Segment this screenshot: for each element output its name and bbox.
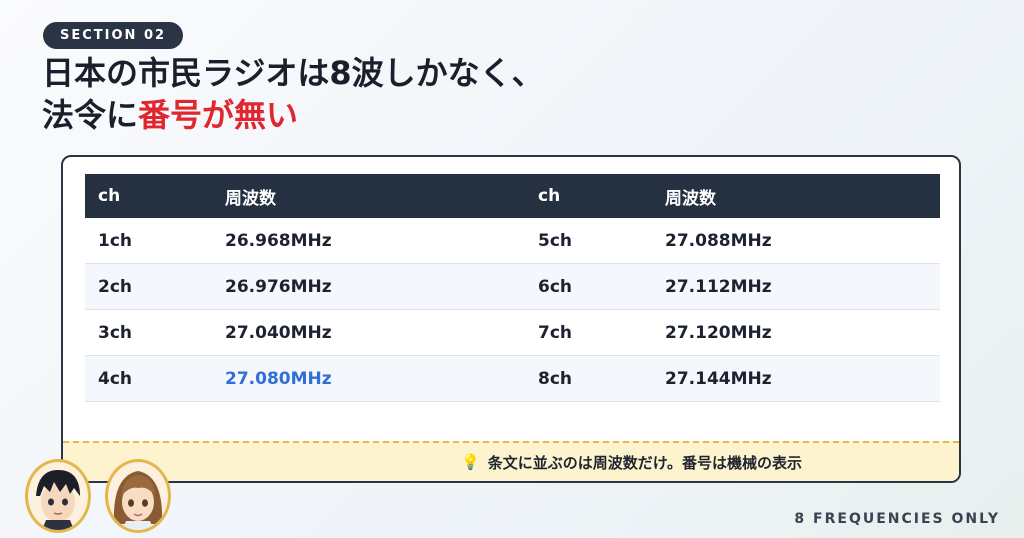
note-text: 条文に並ぶのは周波数だけ。番号は機械の表示 [487,453,802,472]
cell-ch: 1ch [85,218,212,264]
cell-frequency: 26.968MHz [212,218,525,264]
cell-ch: 4ch [85,355,212,402]
frequency-table: ch 周波数 ch 周波数 1ch 26.968MHz 5ch 27.088MH… [85,174,940,402]
section-badge: SECTION 02 [43,22,184,49]
cell-frequency: 26.976MHz [212,263,525,310]
cell-ch: 8ch [525,355,652,402]
table-row: 1ch 26.968MHz 5ch 27.088MHz [85,218,940,264]
avatar-boy [25,459,91,533]
boy-face-icon [36,470,80,530]
cell-frequency: 27.040MHz [212,309,525,356]
girl-face-icon [113,471,163,530]
cell-frequency: 27.088MHz [652,218,940,264]
lightbulb-icon: 💡 [461,453,480,471]
table-row: 3ch 27.040MHz 7ch 27.120MHz [85,309,940,356]
header-frequency-left: 周波数 [212,174,525,218]
cell-frequency: 27.144MHz [652,355,940,402]
cell-frequency-highlighted: 27.080MHz [212,355,525,402]
table-row: 2ch 26.976MHz 6ch 27.112MHz [85,263,940,310]
cell-ch: 7ch [525,309,652,356]
table-row: 4ch 27.080MHz 8ch 27.144MHz [85,355,940,402]
frequency-card: ch 周波数 ch 周波数 1ch 26.968MHz 5ch 27.088MH… [61,155,961,483]
note-banner: 💡 条文に並ぶのは周波数だけ。番号は機械の表示 [63,441,959,481]
avatar-girl [105,459,171,533]
title-highlight: 番号が無い [138,96,299,134]
cell-ch: 2ch [85,263,212,310]
title-line-2-prefix: 法令に [42,96,139,134]
cell-frequency: 27.112MHz [652,263,940,310]
header-ch-left: ch [85,174,212,218]
header-ch-right: ch [525,174,652,218]
table-header-row: ch 周波数 ch 周波数 [85,174,940,218]
cell-ch: 5ch [525,218,652,264]
cell-ch: 3ch [85,309,212,356]
page-title: 日本の市民ラジオは8波しかなく、 法令に番号が無い [42,52,544,136]
header-frequency-right: 周波数 [652,174,940,218]
cell-frequency: 27.120MHz [652,309,940,356]
footer-caption: 8 FREQUENCIES ONLY [794,511,1000,527]
cell-ch: 6ch [525,263,652,310]
title-line-1: 日本の市民ラジオは8波しかなく、 [42,54,544,92]
